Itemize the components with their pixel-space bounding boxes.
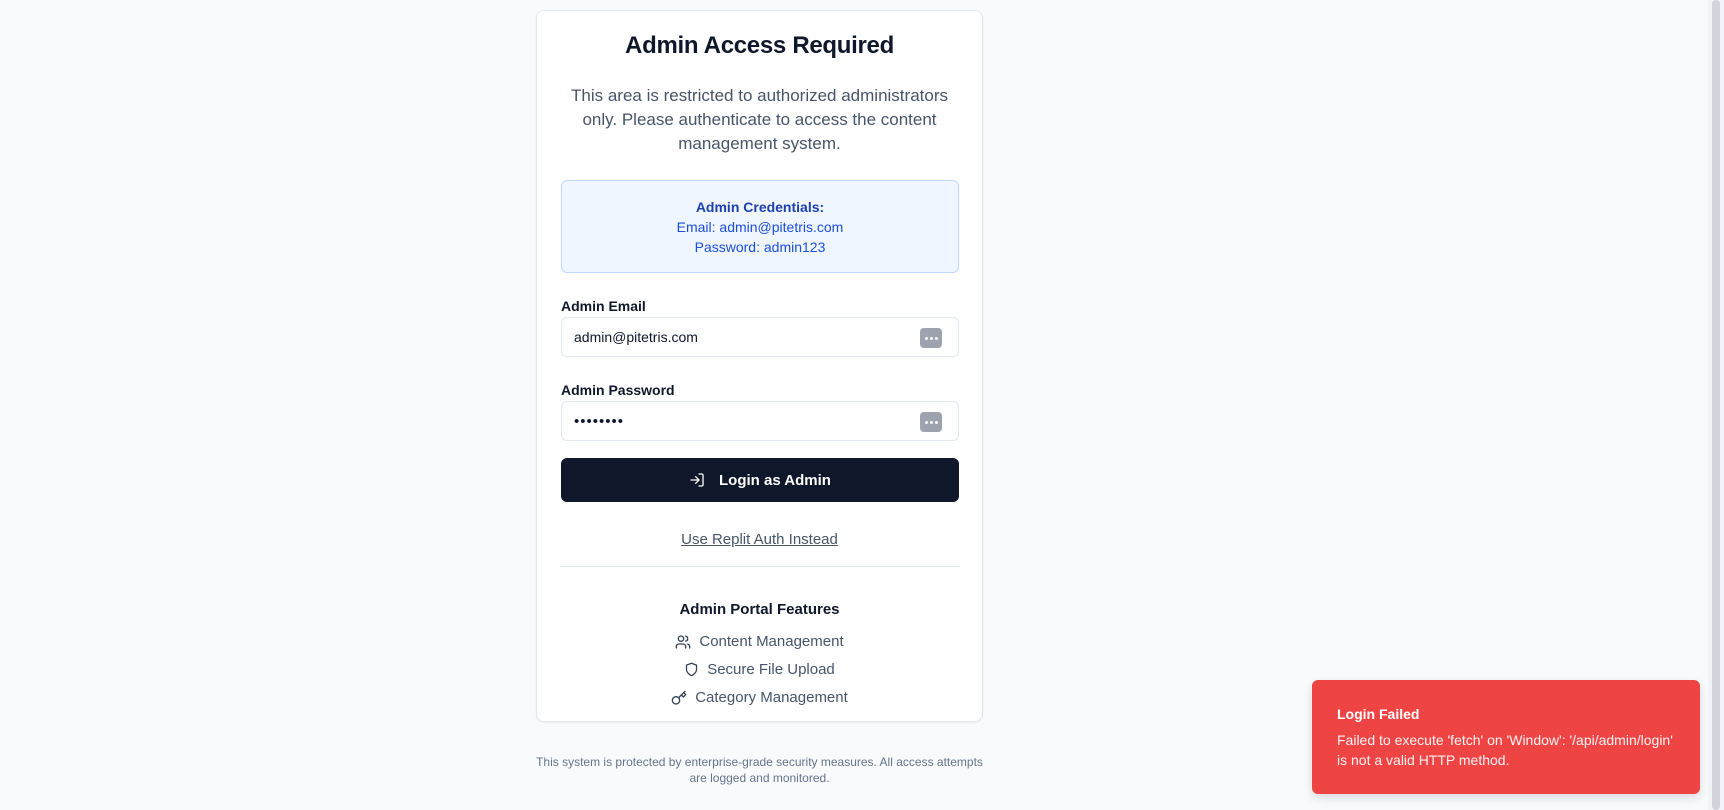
error-toast[interactable]: Login Failed Failed to execute 'fetch' o… — [1312, 680, 1700, 794]
features-title: Admin Portal Features — [679, 601, 840, 618]
key-icon — [671, 690, 687, 705]
users-icon — [676, 634, 691, 649]
email-field-value: admin@pitetris.com — [574, 329, 698, 345]
security-footer-note: This system is protected by enterprise-g… — [536, 755, 983, 785]
login-as-admin-button[interactable]: Login as Admin — [561, 458, 959, 502]
feature-item: Content Management — [537, 633, 982, 650]
log-in-icon — [690, 473, 704, 487]
scrollbar-thumb[interactable] — [1712, 0, 1720, 810]
page-title: Admin Access Required — [625, 32, 894, 59]
login-button-label: Login as Admin — [719, 471, 831, 489]
toast-message: Failed to execute 'fetch' on 'Window': '… — [1337, 732, 1673, 768]
email-label: Admin Email — [561, 298, 646, 314]
replit-auth-link[interactable]: Use Replit Auth Instead — [537, 531, 982, 548]
password-field[interactable]: •••••••• — [561, 401, 959, 441]
admin-login-card: Admin Access Required This area is restr… — [536, 10, 983, 722]
page-description: This area is restricted to authorized ad… — [571, 86, 948, 153]
admin-login-page: Admin Access Required This area is restr… — [0, 0, 1724, 810]
feature-label: Category Management — [695, 689, 848, 706]
feature-item: Category Management — [537, 689, 982, 706]
feature-label: Content Management — [699, 633, 844, 650]
password-label: Admin Password — [561, 382, 675, 398]
credentials-info-box: Admin Credentials: Email: admin@pitetris… — [561, 180, 959, 273]
credentials-email: Email: admin@pitetris.com — [676, 219, 844, 235]
credentials-password: Password: admin123 — [694, 239, 826, 255]
credentials-title: Admin Credentials: — [695, 199, 825, 215]
scrollbar[interactable] — [1708, 0, 1724, 810]
feature-label: Secure File Upload — [707, 661, 835, 678]
section-divider — [561, 566, 959, 567]
password-manager-icon[interactable] — [920, 328, 942, 348]
email-field[interactable]: admin@pitetris.com — [561, 317, 959, 357]
shield-icon — [686, 662, 698, 677]
feature-item: Secure File Upload — [537, 661, 982, 678]
toast-title: Login Failed — [1337, 706, 1420, 722]
password-field-value: •••••••• — [574, 412, 625, 430]
password-manager-icon[interactable] — [920, 412, 942, 432]
